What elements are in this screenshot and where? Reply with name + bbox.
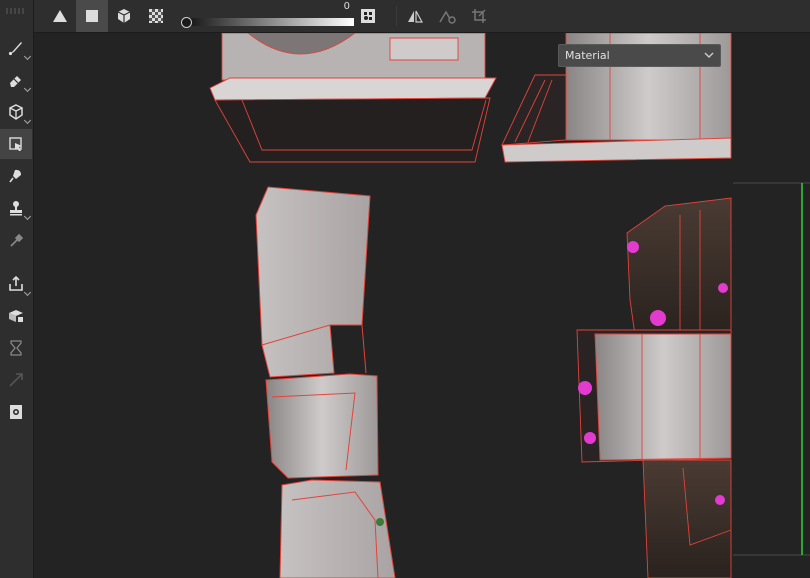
submenu-arrow	[23, 52, 32, 61]
eraser-icon	[10, 76, 21, 87]
color-picker-tool[interactable]	[0, 225, 32, 255]
wireframe-toggle-icon	[361, 9, 375, 23]
opacity-slider-thumb[interactable]	[181, 17, 192, 28]
clone-icon	[10, 201, 22, 216]
uv-fill-icon	[149, 9, 163, 23]
mesh-fill-button[interactable]	[108, 0, 140, 32]
hourglass-icon	[10, 340, 22, 356]
polygon-fill-button[interactable]	[76, 0, 108, 32]
transform-tool[interactable]	[0, 365, 32, 395]
smudge-tool[interactable]	[0, 161, 32, 191]
mirror-button[interactable]	[399, 0, 431, 32]
screenshot-tool[interactable]	[0, 397, 32, 427]
toolbar-grip[interactable]	[6, 8, 26, 14]
export-icon	[9, 275, 23, 291]
uv-fill-button[interactable]	[140, 0, 172, 32]
polygon-fill-tool-icon	[9, 137, 22, 151]
paint-brush-icon	[8, 42, 22, 56]
polygon-fill-tool[interactable]	[0, 129, 32, 159]
submenu-arrow	[23, 212, 32, 221]
reset-icon	[439, 10, 456, 24]
paint-brush-tool[interactable]	[0, 33, 32, 63]
3d-viewport[interactable]	[34, 33, 810, 578]
export-tool[interactable]	[0, 269, 32, 299]
triangle-fill-icon	[53, 10, 67, 22]
polygon-fill-icon	[86, 10, 98, 22]
smudge-icon	[9, 169, 21, 183]
wireframe-toggle-button[interactable]	[352, 0, 384, 32]
opacity-value: 0	[343, 1, 350, 12]
hourglass-tool[interactable]	[0, 333, 32, 363]
opacity-slider[interactable]	[184, 18, 354, 26]
material-select-value: Material	[565, 49, 610, 62]
right-panel	[731, 33, 810, 578]
submenu-arrow	[23, 288, 32, 297]
reset-button[interactable]	[431, 0, 463, 32]
bake-tool[interactable]	[0, 301, 32, 331]
submenu-arrow	[23, 116, 32, 125]
mesh-object-column	[255, 186, 396, 578]
crop-button[interactable]	[463, 0, 495, 32]
submenu-arrow	[23, 84, 32, 93]
chevron-down-icon	[704, 52, 714, 58]
transform-icon	[9, 373, 23, 387]
viewport-scene	[209, 33, 810, 578]
mirror-icon	[408, 10, 424, 23]
mesh-fill-icon	[117, 9, 131, 23]
triangle-fill-button[interactable]	[44, 0, 76, 32]
projection-icon	[9, 104, 23, 120]
material-select[interactable]: Material	[558, 44, 721, 67]
left-toolbar	[0, 0, 34, 578]
bake-icon	[9, 310, 23, 322]
crop-icon	[472, 9, 486, 23]
color-picker-icon	[10, 233, 24, 247]
eraser-tool[interactable]	[0, 65, 32, 95]
top-toolbar: 0	[34, 0, 810, 33]
clone-stamp-tool[interactable]	[0, 193, 32, 223]
mesh-object-top	[209, 33, 497, 163]
toolbar-separator	[396, 6, 397, 26]
screenshot-icon	[10, 405, 22, 419]
projection-tool[interactable]	[0, 97, 32, 127]
mesh-object-right	[576, 197, 732, 578]
